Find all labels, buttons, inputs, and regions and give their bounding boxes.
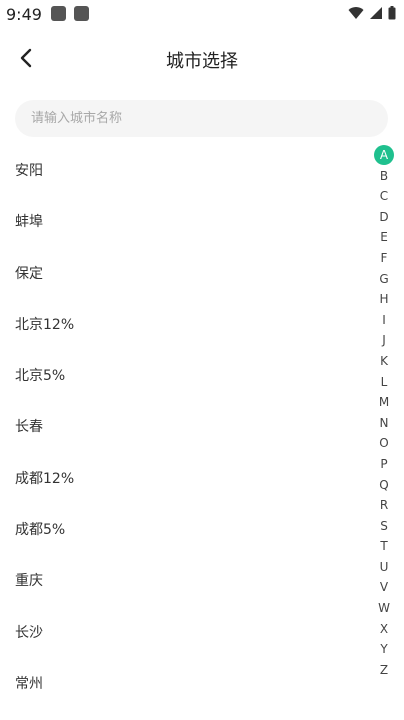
city-list-item[interactable]: 成都5% xyxy=(0,505,360,556)
index-letter-z[interactable]: Z xyxy=(370,660,398,681)
index-letter-n[interactable]: N xyxy=(370,413,398,434)
index-letter-l[interactable]: L xyxy=(370,372,398,393)
index-letter-j[interactable]: J xyxy=(370,330,398,351)
index-letter-label: G xyxy=(379,271,389,286)
index-letter-u[interactable]: U xyxy=(370,557,398,578)
index-letter-label: S xyxy=(380,518,388,533)
index-letter-k[interactable]: K xyxy=(370,351,398,372)
search-box[interactable] xyxy=(15,100,388,137)
index-letter-label: E xyxy=(380,230,388,245)
index-letter-label: P xyxy=(380,456,388,471)
index-letter-e[interactable]: E xyxy=(370,227,398,248)
index-letter-i[interactable]: I xyxy=(370,310,398,331)
city-list-item[interactable]: 长春 xyxy=(0,402,360,453)
wifi-icon xyxy=(348,7,364,20)
city-list-item[interactable]: 安阳 xyxy=(0,146,360,197)
index-letter-c[interactable]: C xyxy=(370,186,398,207)
index-letter-p[interactable]: P xyxy=(370,454,398,475)
index-letter-label: U xyxy=(379,559,389,574)
status-bar: 9:49 xyxy=(0,0,404,28)
city-list-item[interactable]: 保定 xyxy=(0,249,360,300)
header: 城市选择 xyxy=(0,36,404,80)
index-letter-d[interactable]: D xyxy=(370,207,398,228)
index-letter-a[interactable]: A xyxy=(370,145,398,166)
index-letter-v[interactable]: V xyxy=(370,577,398,598)
signal-icon xyxy=(370,7,382,19)
index-letter-b[interactable]: B xyxy=(370,166,398,187)
index-letter-label: H xyxy=(379,292,389,307)
index-letter-label: I xyxy=(382,312,386,327)
city-list-item[interactable]: 北京12% xyxy=(0,300,360,351)
index-letter-w[interactable]: W xyxy=(370,598,398,619)
status-icons xyxy=(348,6,396,20)
city-list: 安阳 蚌埠 保定 北京12% 北京5% 长春 成都12% 成都5% 重庆 长沙 常州 xyxy=(0,146,360,710)
index-letter-label: N xyxy=(379,415,389,430)
index-letter-g[interactable]: G xyxy=(370,269,398,290)
index-letter-q[interactable]: Q xyxy=(370,475,398,496)
battery-icon xyxy=(388,6,396,20)
city-list-item[interactable]: 长沙 xyxy=(0,608,360,659)
index-letter-label: Y xyxy=(380,642,388,657)
index-letter-h[interactable]: H xyxy=(370,289,398,310)
index-letter-label: X xyxy=(379,621,389,636)
index-letter-label: C xyxy=(379,189,389,204)
index-letter-label: Z xyxy=(379,662,389,677)
page-title: 城市选择 xyxy=(166,51,238,72)
index-letter-s[interactable]: S xyxy=(370,516,398,537)
index-letter-x[interactable]: X xyxy=(370,619,398,640)
city-list-item[interactable]: 常州 xyxy=(0,659,360,710)
city-list-item[interactable]: 北京5% xyxy=(0,351,360,402)
index-letter-label: A xyxy=(374,145,394,166)
index-letter-label: L xyxy=(380,374,388,389)
city-list-item[interactable]: 成都12% xyxy=(0,454,360,505)
city-list-item[interactable]: 重庆 xyxy=(0,556,360,607)
index-letter-label: T xyxy=(380,539,388,554)
index-letter-label: W xyxy=(378,601,390,616)
index-letter-m[interactable]: M xyxy=(370,392,398,413)
index-letter-label: M xyxy=(378,395,390,410)
index-letter-label: B xyxy=(379,168,389,183)
index-letter-label: J xyxy=(382,333,386,348)
index-letter-label: D xyxy=(379,209,389,224)
index-letter-o[interactable]: O xyxy=(370,433,398,454)
index-letter-r[interactable]: R xyxy=(370,495,398,516)
index-letter-label: F xyxy=(380,250,388,265)
index-letter-label: K xyxy=(380,353,388,368)
status-time: 9:49 xyxy=(6,5,42,24)
app-notification-icon xyxy=(74,6,89,21)
index-letter-f[interactable]: F xyxy=(370,248,398,269)
index-letter-label: V xyxy=(379,580,389,595)
index-letter-t[interactable]: T xyxy=(370,536,398,557)
alphabet-index-bar: ABCDEFGHIJKLMNOPQRSTUVWXYZ xyxy=(370,145,398,680)
index-letter-label: R xyxy=(379,498,389,513)
index-letter-y[interactable]: Y xyxy=(370,639,398,660)
app-notification-icon xyxy=(51,6,66,21)
city-list-item[interactable]: 蚌埠 xyxy=(0,197,360,248)
search-input[interactable] xyxy=(15,100,388,137)
index-letter-label: O xyxy=(379,436,389,451)
index-letter-label: Q xyxy=(379,477,389,492)
